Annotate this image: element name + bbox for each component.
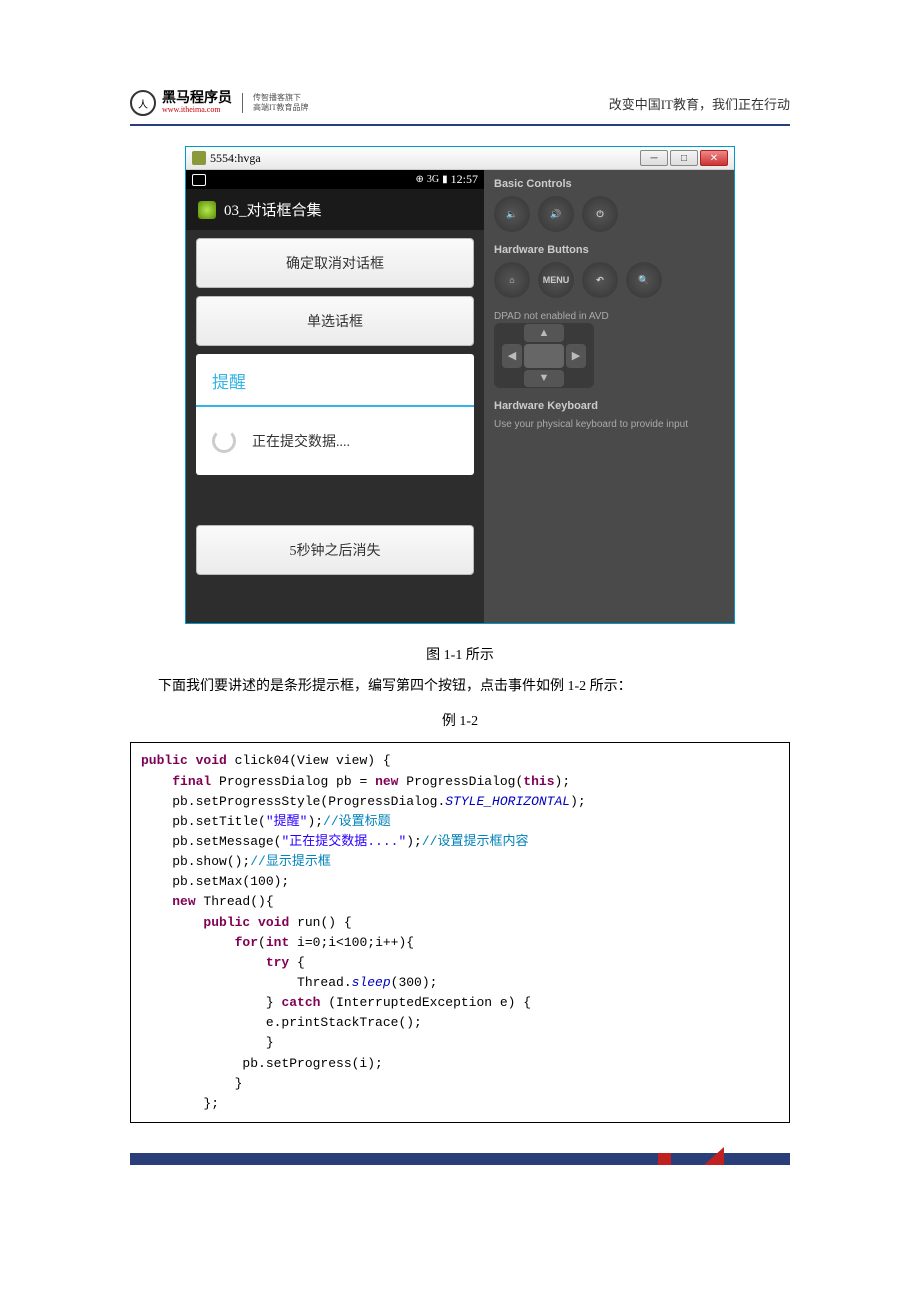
keyboard-note: Use your physical keyboard to provide in… [494, 418, 724, 431]
app-header: 03_对话框合集 [186, 189, 484, 230]
close-button[interactable]: ✕ [700, 150, 728, 166]
debug-icon: ⊕ [416, 174, 424, 185]
window-titlebar: 5554:hvga ─ □ ✕ [186, 147, 734, 170]
status-time: 12:57 [451, 172, 478, 187]
dpad-up[interactable]: ▲ [524, 324, 564, 342]
back-button[interactable]: ↶ [582, 262, 618, 298]
page-header: 人 黑马程序员 www.itheima.com 传智播客旗下 高端IT教育品牌 … [130, 90, 790, 126]
menu-button[interactable]: MENU [538, 262, 574, 298]
keyboard-label: Hardware Keyboard [494, 400, 724, 412]
emulator-side-panel: Basic Controls 🔈 🔊 ⏻ Hardware Buttons ⌂ … [484, 170, 734, 623]
figure-caption: 图 1-1 所示 [130, 644, 790, 664]
confirm-cancel-button[interactable]: 确定取消对话框 [196, 238, 474, 288]
dpad-left[interactable]: ◀ [502, 344, 522, 368]
dpad-right[interactable]: ▶ [566, 344, 586, 368]
power-button[interactable]: ⏻ [582, 196, 618, 232]
code-block: public void click04(View view) { final P… [130, 742, 790, 1123]
dialog-title: 提醒 [196, 354, 474, 407]
volume-up-button[interactable]: 🔊 [538, 196, 574, 232]
maximize-button[interactable]: □ [670, 150, 698, 166]
search-button[interactable]: 🔍 [626, 262, 662, 298]
app-icon [198, 201, 216, 219]
logo-sub2: 高端IT教育品牌 [253, 103, 309, 113]
hardware-buttons-label: Hardware Buttons [494, 244, 724, 256]
battery-icon: ▮ [442, 174, 448, 185]
sms-icon [192, 174, 206, 186]
signal-icon: 3G [427, 174, 439, 185]
android-icon [192, 151, 206, 165]
basic-controls-label: Basic Controls [494, 178, 724, 190]
volume-down-button[interactable]: 🔈 [494, 196, 530, 232]
minimize-button[interactable]: ─ [640, 150, 668, 166]
disappear-button[interactable]: 5秒钟之后消失 [196, 525, 474, 575]
logo-sub1: 传智播客旗下 [253, 93, 309, 103]
dpad-note: DPAD not enabled in AVD [494, 310, 724, 323]
status-bar: ⊕ 3G ▮ 12:57 [186, 170, 484, 189]
header-slogan: 改变中国IT教育，我们正在行动 [609, 94, 790, 113]
dialog-message: 正在提交数据.... [252, 431, 350, 451]
dpad: ▲ ◀ ▶ ▼ [494, 323, 594, 388]
home-button[interactable]: ⌂ [494, 262, 530, 298]
window-title: 5554:hvga [210, 151, 261, 166]
phone-screen: ⊕ 3G ▮ 12:57 03_对话框合集 确定取消对话框 单选话框 提醒 [186, 170, 484, 623]
spinner-icon [212, 429, 236, 453]
emulator-window: 5554:hvga ─ □ ✕ ⊕ 3G ▮ 12:57 [185, 146, 735, 624]
footer-bar [130, 1153, 790, 1165]
single-choice-button[interactable]: 单选话框 [196, 296, 474, 346]
logo: 人 黑马程序员 www.itheima.com 传智播客旗下 高端IT教育品牌 [130, 90, 309, 116]
app-title: 03_对话框合集 [224, 199, 322, 220]
paragraph: 下面我们要讲述的是条形提示框，编写第四个按钮，点击事件如例 1-2 所示： [130, 676, 790, 698]
code-caption: 例 1-2 [130, 710, 790, 730]
progress-dialog: 提醒 正在提交数据.... [196, 354, 474, 475]
logo-icon: 人 [130, 90, 156, 116]
logo-url: www.itheima.com [162, 106, 232, 114]
dpad-center[interactable] [524, 344, 564, 368]
logo-title: 黑马程序员 [162, 92, 232, 106]
dpad-down[interactable]: ▼ [524, 370, 564, 388]
